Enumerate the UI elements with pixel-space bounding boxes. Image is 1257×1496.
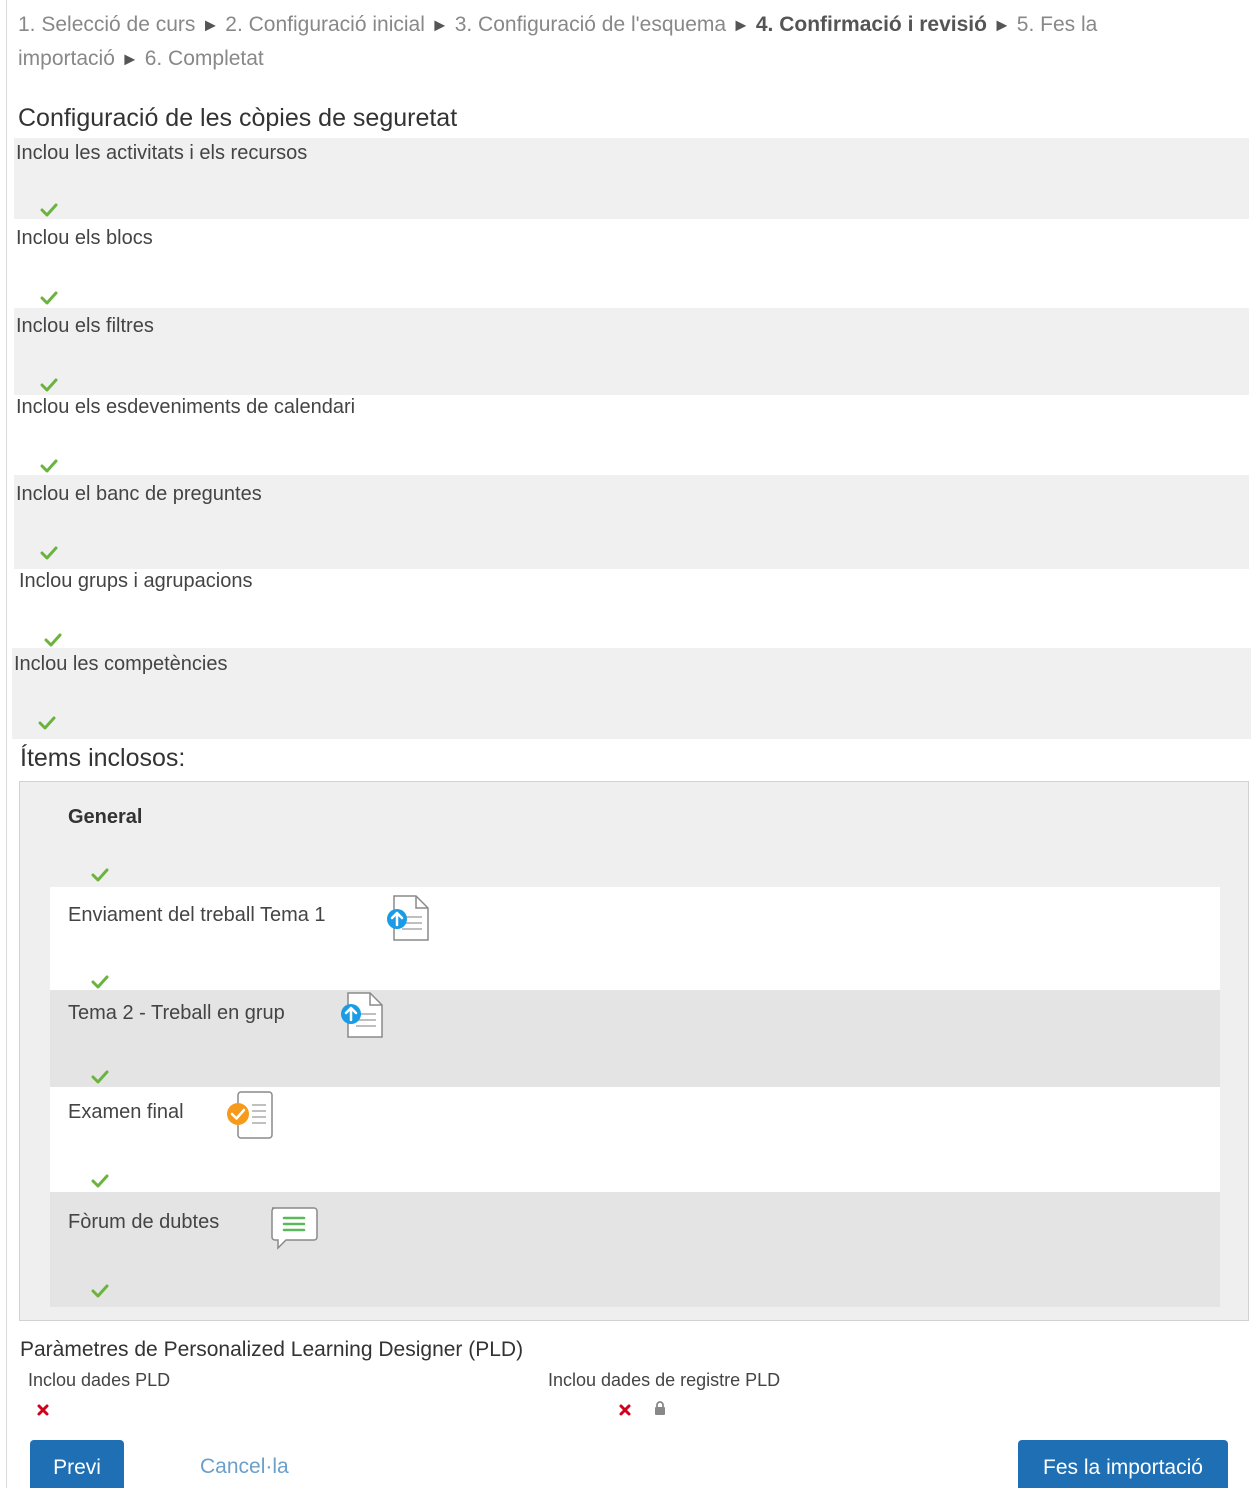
check-icon xyxy=(91,1284,109,1298)
cross-icon xyxy=(618,1403,632,1417)
setting-label: Inclou les activitats i els recursos xyxy=(16,142,308,164)
setting-row-blocks: Inclou els blocs xyxy=(14,219,1249,308)
check-icon xyxy=(38,716,56,730)
included-items-title: Ítems inclosos: xyxy=(20,744,186,772)
setting-row-question-bank: Inclou el banc de preguntes xyxy=(14,475,1249,569)
setting-label: Inclou el banc de preguntes xyxy=(16,483,262,505)
setting-label: Inclou els blocs xyxy=(16,227,153,249)
breadcrumb-separator: ► xyxy=(201,15,220,35)
setting-row-groups: Inclou grups i agrupacions xyxy=(14,569,1249,648)
setting-row-calendar: Inclou els esdeveniments de calendari xyxy=(14,395,1249,475)
check-icon xyxy=(40,378,58,392)
check-icon xyxy=(91,1174,109,1188)
check-icon xyxy=(40,546,58,560)
included-items-box: General Enviament del treball Tema 1 Tem… xyxy=(19,781,1249,1321)
activity-row-quiz: Examen final xyxy=(50,1087,1220,1192)
quiz-icon xyxy=(222,1089,276,1146)
setting-label: Inclou els filtres xyxy=(16,315,154,337)
activity-label: Tema 2 - Treball en grup xyxy=(68,1002,285,1024)
breadcrumb: 1. Selecció de curs ► 2. Configuració inic… xyxy=(18,8,1238,76)
setting-row-activities: Inclou les activitats i els recursos xyxy=(14,138,1249,219)
breadcrumb-step-1: 1. Selecció de curs xyxy=(18,13,196,36)
assignment-upload-icon xyxy=(382,893,432,948)
assignment-upload-icon xyxy=(336,990,386,1045)
backup-settings-title: Configuració de les còpies de seguretat xyxy=(18,104,458,132)
pld-settings-title: Paràmetres de Personalized Learning Desi… xyxy=(20,1338,524,1361)
pld-include-data-label: Inclou dades PLD xyxy=(28,1370,171,1390)
breadcrumb-step-3: 3. Configuració de l'esquema xyxy=(454,13,727,36)
setting-label: Inclou grups i agrupacions xyxy=(19,570,253,592)
breadcrumb-separator: ► xyxy=(430,15,449,35)
activity-label: Enviament del treball Tema 1 xyxy=(68,904,326,926)
activity-row-assignment-1: Enviament del treball Tema 1 xyxy=(50,887,1220,990)
breadcrumb-step-6: 6. Completat xyxy=(144,47,264,70)
check-icon xyxy=(91,868,109,882)
section-general-label: General xyxy=(68,806,143,828)
check-icon xyxy=(44,633,62,647)
check-icon xyxy=(40,203,58,217)
lock-icon xyxy=(653,1400,667,1416)
breadcrumb-separator: ► xyxy=(120,49,139,69)
check-icon xyxy=(91,1070,109,1084)
activity-row-assignment-2: Tema 2 - Treball en grup xyxy=(50,990,1220,1087)
activity-row-forum: Fòrum de dubtes xyxy=(50,1192,1220,1307)
setting-label: Inclou els esdeveniments de calendari xyxy=(16,396,356,418)
breadcrumb-step-4-current: 4. Confirmació i revisió xyxy=(755,13,987,36)
setting-row-competencies: Inclou les competències xyxy=(12,648,1251,739)
pld-include-log-label: Inclou dades de registre PLD xyxy=(548,1370,781,1390)
cancel-link[interactable]: Cancel·la xyxy=(200,1455,289,1479)
check-icon xyxy=(91,975,109,989)
check-icon xyxy=(40,291,58,305)
setting-row-filters: Inclou els filtres xyxy=(14,308,1249,395)
activity-label: Examen final xyxy=(68,1101,184,1123)
import-button[interactable]: Fes la importació xyxy=(1018,1440,1228,1488)
activity-label: Fòrum de dubtes xyxy=(68,1211,220,1233)
forum-icon xyxy=(268,1204,320,1257)
check-icon xyxy=(40,459,58,473)
previous-button[interactable]: Previ xyxy=(30,1440,124,1488)
breadcrumb-separator: ► xyxy=(992,15,1011,35)
cross-icon xyxy=(36,1403,50,1417)
breadcrumb-step-2: 2. Configuració inicial xyxy=(225,13,425,36)
breadcrumb-separator: ► xyxy=(732,15,750,35)
setting-label: Inclou les competències xyxy=(14,653,228,675)
